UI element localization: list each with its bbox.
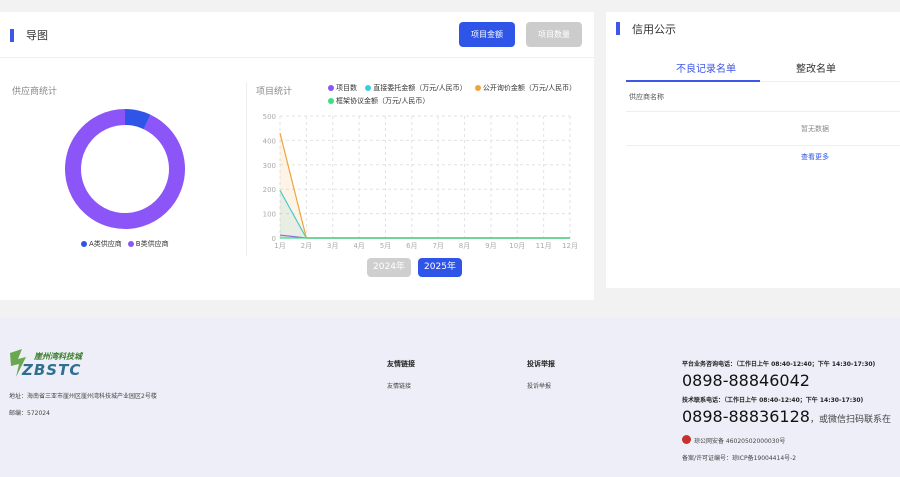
report-item[interactable]: 投诉举报 (527, 381, 551, 390)
x-tick-label: 4月 (353, 242, 364, 250)
x-tick-label: 2月 (301, 242, 312, 250)
y-tick-label: 400 (263, 137, 276, 145)
x-tick-label: 12月 (562, 242, 578, 250)
credit-card: 信用公示 不良记录名单 整改名单 供应商名称 暂无数据 查看更多 (606, 12, 900, 288)
footer-address: 地址：海南省三亚市崖州区崖州湾科技城产业园区2号楼 (9, 393, 157, 400)
supplier-donut-chart (65, 109, 185, 229)
x-tick-label: 1月 (274, 242, 285, 250)
project-amount-button[interactable]: 项目金额 (459, 22, 515, 47)
tech-phone: 0898-88836128 (682, 407, 810, 426)
tech-phone-line: 0898-88836128，或微信扫码联系在 (682, 407, 891, 426)
credit-card-header: 信用公示 (606, 12, 900, 46)
legend-item-projects[interactable]: 项目数 (328, 84, 357, 92)
section-divider (246, 82, 247, 256)
donut-legend: A类供应商 B类供应商 (81, 239, 169, 249)
series-area-1 (280, 190, 570, 238)
x-tick-label: 9月 (485, 242, 496, 250)
friend-links-heading: 友情链接 (387, 360, 415, 368)
friend-links-item[interactable]: 友情链接 (387, 381, 411, 390)
supplier-stats-title: 供应商统计 (12, 87, 58, 97)
title-accent-bar (10, 29, 14, 42)
column-supplier-name: 供应商名称 (629, 93, 664, 101)
project-line-chart: 01002003004005001月 2月 3月 4月 5月 6月 7月 8月 9月 10月 11月… (263, 113, 578, 250)
project-count-button[interactable]: 项目数量 (526, 22, 582, 47)
x-tick-label: 3月 (327, 242, 338, 250)
line-chart-legend: 项目数 直接委托金额（万元/人民币） 公开询价金额（万元/人民币） 框架协议金额… (328, 82, 590, 108)
footer: 崖州湾科技城 ZBSTC 地址：海南省三亚市崖州区崖州湾科技城产业园区2号楼 邮… (0, 318, 900, 477)
series-area-2 (280, 133, 570, 238)
footer-postcode: 邮编：572024 (9, 410, 50, 417)
legend-label-b: B类供应商 (135, 240, 169, 248)
x-tick-label: 6月 (406, 242, 417, 250)
police-record[interactable]: 琼公网安备 46020502000030号 (694, 436, 785, 445)
tech-phone-label: 技术联系电话：（工作日上午 08:40-12:40；下午 14:30-17:30… (682, 397, 864, 404)
legend-label-framework: 框架协议金额（万元/人民币） (336, 97, 430, 105)
year-2024-button[interactable]: 2024年 (367, 258, 411, 277)
tab-bad-record[interactable]: 不良记录名单 (676, 60, 736, 75)
title-accent-bar (616, 22, 620, 35)
tab-rectification[interactable]: 整改名单 (796, 60, 836, 75)
table-header: 供应商名称 (626, 82, 900, 112)
view-more-link[interactable]: 查看更多 (801, 152, 829, 162)
legend-item-direct[interactable]: 直接委托金额（万元/人民币） (365, 84, 467, 92)
report-heading: 投诉举报 (527, 360, 555, 368)
project-stats-title: 项目统计 (256, 87, 293, 97)
map-card: 导图 项目金额 项目数量 供应商统计 项目统计 A类供应商 B类供应商 项目数 … (0, 12, 594, 300)
donut-slice-0 (124, 109, 151, 130)
x-tick-label: 10月 (509, 242, 525, 250)
legend-item-framework[interactable]: 框架协议金额（万元/人民币） (328, 97, 429, 105)
biz-phone: 0898-88846042 (682, 371, 810, 390)
y-tick-label: 100 (263, 211, 276, 219)
x-tick-label: 5月 (380, 242, 391, 250)
legend-item-inquiry[interactable]: 公开询价金额（万元/人民币） (474, 84, 577, 92)
series-line-2 (279, 132, 570, 239)
map-card-header: 导图 项目金额 项目数量 (0, 12, 594, 58)
y-tick-label: 500 (263, 113, 276, 121)
empty-text: 暂无数据 (801, 125, 829, 133)
legend-item-a[interactable]: A类供应商 (81, 239, 122, 249)
legend-label-direct: 直接委托金额（万元/人民币） (373, 84, 467, 92)
credit-tabs: 不良记录名单 整改名单 (626, 54, 900, 82)
y-tick-label: 200 (263, 186, 276, 194)
x-tick-label: 11月 (536, 242, 552, 250)
svg-text:ZBSTC: ZBSTC (21, 361, 81, 379)
legend-item-b[interactable]: B类供应商 (127, 239, 169, 249)
x-tick-label: 8月 (459, 242, 470, 250)
legend-label-inquiry: 公开询价金额（万元/人民币） (482, 84, 577, 92)
legend-label-a: A类供应商 (89, 240, 122, 248)
x-tick-label: 7月 (432, 242, 443, 250)
legend-label-projects: 项目数 (336, 84, 357, 92)
table-empty-row: 暂无数据 (626, 112, 900, 146)
y-tick-label: 300 (263, 162, 276, 170)
series-line-1 (279, 190, 570, 239)
svg-text:崖州湾科技城: 崖州湾科技城 (33, 351, 84, 361)
credit-card-title: 信用公示 (632, 23, 676, 36)
donut-slice-1 (65, 109, 185, 229)
tech-phone-note: ，或微信扫码联系在 (809, 415, 891, 425)
map-card-title: 导图 (26, 29, 48, 42)
police-badge-icon (682, 435, 691, 444)
zbstc-logo: 崖州湾科技城 ZBSTC (10, 349, 84, 379)
year-2025-button[interactable]: 2025年 (418, 258, 462, 277)
icp-record[interactable]: 备案/许可证编号：琼ICP备19004414号-2 (682, 453, 796, 462)
biz-phone-label: 平台业务咨询电话：（工作日上午 08:40-12:40；下午 14:30-17:… (682, 361, 876, 368)
